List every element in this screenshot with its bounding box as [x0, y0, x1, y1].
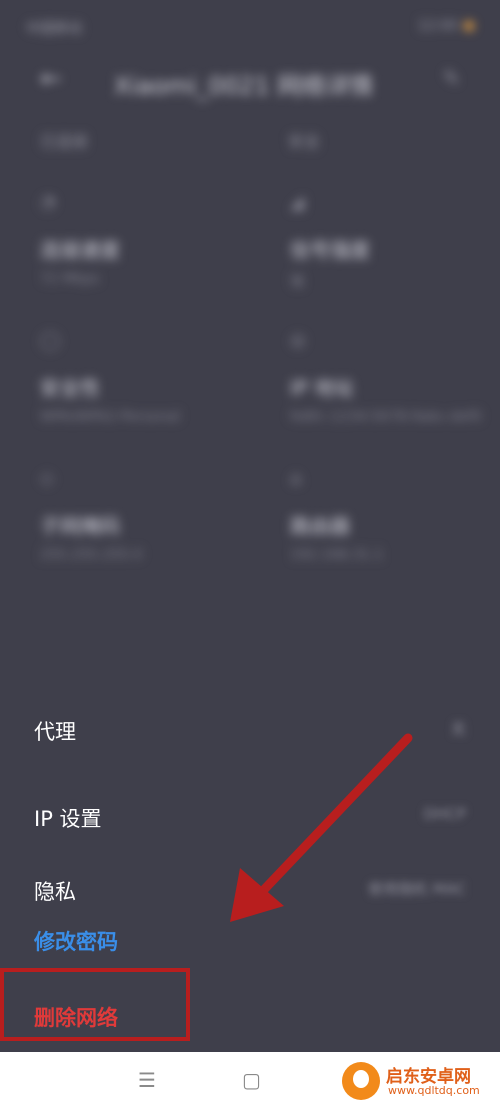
battery-icon — [464, 21, 474, 31]
change-password-link[interactable]: 修改密码 — [34, 926, 118, 956]
edit-icon[interactable]: ✎ — [443, 66, 460, 90]
info-cell-subnet: ◇ 子网掩码 255.255.255.0 — [40, 468, 260, 563]
system-nav-bar: ☰ ▢ ‹ 启东安卓网 www.qdltdq.com — [0, 1052, 500, 1111]
top-header: ← Xiaomi_0021 网络详情 ✎ — [40, 60, 460, 100]
watermark: 启东安卓网 www.qdltdq.com — [342, 1060, 492, 1104]
status-bar: 中国移动 12:00 — [26, 18, 474, 42]
info-title: 信号强度 — [290, 238, 370, 262]
carrier-text: 中国移动 — [26, 21, 82, 37]
page-title: Xiaomi_0021 网络详情 — [114, 72, 374, 100]
info-title: 路由器 — [290, 514, 350, 538]
ip-settings-label: IP 设置 — [34, 807, 102, 831]
status-right: 12:00 — [418, 18, 474, 34]
clock-text: 12:00 — [417, 18, 458, 34]
info-cell-security: ◯ 安全性 WPA/WPA2-Personal — [40, 330, 260, 425]
settings-row-proxy[interactable]: 代理 无 — [34, 708, 466, 752]
lock-icon: ◯ — [40, 330, 61, 351]
home-icon[interactable]: ▢ — [242, 1068, 261, 1092]
info-title: 子网掩码 — [40, 514, 120, 538]
settings-row-privacy[interactable]: 隐私 使用随机 MAC — [34, 868, 466, 912]
signal-icon: ◢ — [290, 192, 304, 213]
speed-icon: ◔ — [40, 192, 56, 213]
privacy-value: 使用随机 MAC — [367, 880, 466, 898]
connection-status-row: 已连接 安全 — [40, 128, 460, 152]
info-value: 192.168.31.1 — [290, 547, 384, 563]
privacy-label: 隐私 — [34, 880, 76, 904]
subnet-icon: ◇ — [40, 468, 54, 489]
router-icon: ⌂ — [290, 468, 302, 489]
info-cell-ip: ◎ IP 地址 fe80::1234:5678:9abc:def0 — [290, 330, 500, 425]
connection-status: 已连接 — [40, 132, 89, 151]
info-cell-router: ⌂ 路由器 192.168.31.1 — [290, 468, 500, 563]
info-title: IP 地址 — [290, 376, 355, 400]
info-value: 强 — [290, 274, 304, 290]
info-title: 安全性 — [40, 376, 100, 400]
info-value: fe80::1234:5678:9abc:def0 — [290, 409, 482, 425]
globe-icon: ◎ — [290, 330, 306, 351]
back-icon[interactable]: ← — [40, 64, 62, 94]
menu-icon[interactable]: ☰ — [138, 1068, 156, 1092]
info-value: 255.255.255.0 — [40, 547, 143, 563]
info-title: 连接速度 — [40, 238, 120, 262]
ip-settings-value: DHCP — [423, 805, 466, 823]
proxy-value: 无 — [450, 720, 466, 738]
settings-row-ip[interactable]: IP 设置 DHCP — [34, 795, 466, 839]
security-status: 安全 — [288, 132, 321, 151]
info-value: WPA/WPA2-Personal — [40, 409, 181, 425]
watermark-logo-icon — [342, 1062, 380, 1100]
info-value: 72 Mbps — [40, 271, 100, 287]
info-cell-speed: ◔ 连接速度 72 Mbps — [40, 192, 260, 287]
highlight-box — [0, 968, 190, 1041]
watermark-url: www.qdltdq.com — [388, 1084, 480, 1097]
info-cell-signal: ◢ 信号强度 强 — [290, 192, 500, 291]
proxy-label: 代理 — [34, 720, 76, 744]
